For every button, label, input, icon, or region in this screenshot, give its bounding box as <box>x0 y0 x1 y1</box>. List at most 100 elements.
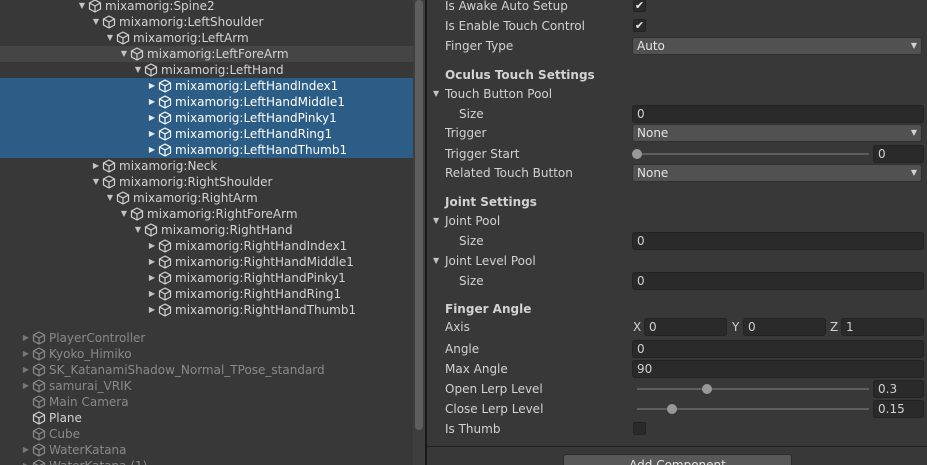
joint-level-pool-row[interactable]: ▼ Joint Level Pool <box>427 251 927 271</box>
open-lerp-level-slider-track[interactable] <box>637 388 869 390</box>
hierarchy-item[interactable]: Plane <box>0 410 413 426</box>
touch-button-pool-size-field[interactable]: 0 <box>632 105 924 123</box>
hierarchy-item[interactable]: ▶ SK_KatanamiShadow_Normal_TPose_standard <box>0 362 413 378</box>
foldout-collapsed-icon[interactable]: ▶ <box>91 158 101 174</box>
hierarchy-item[interactable]: ▼ mixamorig:RightForeArm <box>0 206 413 222</box>
hierarchy-item-label: mixamorig:RightArm <box>133 191 258 205</box>
trigger-start-slider-track[interactable] <box>637 153 869 155</box>
foldout-expanded-icon[interactable]: ▼ <box>133 62 143 78</box>
hierarchy-item-label: mixamorig:RightHand <box>161 223 293 237</box>
foldout-expanded-icon[interactable]: ▼ <box>133 222 143 238</box>
open-lerp-level-field[interactable]: 0.3 <box>873 380 924 398</box>
is-enable-touch-control-checkbox[interactable]: ✔ <box>633 19 646 32</box>
angle-field[interactable]: 0 <box>632 340 924 358</box>
hierarchy-item-label: mixamorig:LeftForeArm <box>147 47 289 61</box>
touch-button-pool-label[interactable]: Touch Button Pool <box>445 84 552 104</box>
foldout-collapsed-icon[interactable]: ▶ <box>147 94 157 110</box>
axis-z-label[interactable]: Z <box>830 317 838 337</box>
is-thumb-checkbox[interactable] <box>633 422 646 435</box>
foldout-collapsed-icon[interactable]: ▶ <box>147 126 157 142</box>
axis-x-label[interactable]: X <box>633 317 641 337</box>
foldout-collapsed-icon[interactable]: ▶ <box>147 302 157 318</box>
foldout-expanded-icon[interactable]: ▼ <box>119 46 129 62</box>
trigger-dropdown[interactable]: None ▼ <box>632 124 922 142</box>
foldout-expanded-icon[interactable]: ▼ <box>119 206 129 222</box>
gameobject-cube-icon <box>102 175 116 189</box>
foldout-collapsed-icon[interactable]: ▶ <box>21 442 31 458</box>
foldout-collapsed-icon[interactable]: ▶ <box>21 346 31 362</box>
hierarchy-item[interactable]: ▼ mixamorig:LeftArm <box>0 30 413 46</box>
hierarchy-item[interactable]: ▶ Kyoko_Himiko <box>0 346 413 362</box>
scrollbar-thumb[interactable] <box>415 0 423 430</box>
foldout-expanded-icon[interactable]: ▼ <box>433 84 439 104</box>
hierarchy-item[interactable]: ▶ mixamorig:Neck <box>0 158 413 174</box>
foldout-collapsed-icon[interactable]: ▶ <box>21 378 31 394</box>
foldout-collapsed-icon[interactable]: ▶ <box>147 238 157 254</box>
foldout-expanded-icon[interactable]: ▼ <box>105 30 115 46</box>
axis-z-field[interactable]: 1 <box>841 318 924 336</box>
close-lerp-level-slider-knob[interactable] <box>666 404 677 414</box>
foldout-collapsed-icon[interactable]: ▶ <box>147 142 157 158</box>
hierarchy-item[interactable]: Main Camera <box>0 394 413 410</box>
close-lerp-level-field[interactable]: 0.15 <box>873 400 924 418</box>
foldout-collapsed-icon[interactable]: ▶ <box>147 254 157 270</box>
joint-level-pool-size-field[interactable]: 0 <box>632 272 924 290</box>
hierarchy-item[interactable]: ▶ mixamorig:LeftHandPinky1 <box>0 110 413 126</box>
max-angle-field[interactable]: 90 <box>632 360 924 378</box>
foldout-collapsed-icon[interactable]: ▶ <box>21 330 31 346</box>
axis-x-field[interactable]: 0 <box>644 318 727 336</box>
hierarchy-item[interactable]: ▼ mixamorig:LeftShoulder <box>0 14 413 30</box>
joint-pool-size-field[interactable]: 0 <box>632 232 924 250</box>
hierarchy-item[interactable]: Cube <box>0 426 413 442</box>
foldout-collapsed-icon[interactable]: ▶ <box>147 78 157 94</box>
hierarchy-item[interactable]: ▼ mixamorig:RightArm <box>0 190 413 206</box>
is-awake-auto-setup-checkbox[interactable]: ✔ <box>633 0 646 12</box>
foldout-expanded-icon[interactable]: ▼ <box>91 174 101 190</box>
hierarchy-item[interactable]: ▶ mixamorig:LeftHandMiddle1 <box>0 94 413 110</box>
trigger-start-slider-knob[interactable] <box>632 149 642 159</box>
hierarchy-item[interactable]: ▼ mixamorig:RightHand <box>0 222 413 238</box>
foldout-collapsed-icon[interactable]: ▶ <box>147 270 157 286</box>
foldout-expanded-icon[interactable]: ▼ <box>433 251 439 271</box>
hierarchy-item[interactable]: ▶ mixamorig:LeftHandRing1 <box>0 126 413 142</box>
trigger-start-field[interactable]: 0 <box>873 145 924 163</box>
foldout-expanded-icon[interactable]: ▼ <box>105 190 115 206</box>
hierarchy-item[interactable]: ▼ mixamorig:RightShoulder <box>0 174 413 190</box>
hierarchy-item-label: Main Camera <box>49 395 129 409</box>
hierarchy-item[interactable]: ▶ WaterKatana (1) <box>0 458 413 465</box>
hierarchy-item[interactable]: ▼ mixamorig:LeftHand <box>0 62 413 78</box>
chevron-down-icon: ▼ <box>910 168 917 177</box>
hierarchy-item[interactable]: ▶ mixamorig:RightHandMiddle1 <box>0 254 413 270</box>
open-lerp-level-slider-knob[interactable] <box>701 384 712 394</box>
hierarchy-item[interactable]: ▶ mixamorig:RightHandThumb1 <box>0 302 413 318</box>
axis-y-field[interactable]: 0 <box>743 318 826 336</box>
open-lerp-level-label: Open Lerp Level <box>445 382 543 396</box>
hierarchy-item-label: WaterKatana (1) <box>49 458 147 465</box>
hierarchy-item[interactable]: ▶ mixamorig:RightHandIndex1 <box>0 238 413 254</box>
hierarchy-item[interactable]: ▶ mixamorig:LeftHandThumb1 <box>0 142 413 158</box>
hierarchy-scrollbar[interactable] <box>413 0 425 465</box>
axis-y-label[interactable]: Y <box>732 317 739 337</box>
hierarchy-item[interactable]: ▼ mixamorig:Spine2 <box>0 0 413 14</box>
joint-level-pool-label[interactable]: Joint Level Pool <box>445 251 536 271</box>
foldout-expanded-icon[interactable]: ▼ <box>91 14 101 30</box>
foldout-expanded-icon[interactable]: ▼ <box>433 211 439 231</box>
add-component-button[interactable]: Add Component <box>563 454 792 465</box>
joint-pool-row[interactable]: ▼ Joint Pool <box>427 211 927 231</box>
foldout-collapsed-icon[interactable]: ▶ <box>21 362 31 378</box>
hierarchy-item[interactable]: ▶ mixamorig:RightHandRing1 <box>0 286 413 302</box>
finger-type-dropdown[interactable]: Auto ▼ <box>632 37 922 55</box>
hierarchy-item[interactable]: ▶ mixamorig:RightHandPinky1 <box>0 270 413 286</box>
hierarchy-item[interactable]: ▶ PlayerController <box>0 330 413 346</box>
touch-button-pool-row[interactable]: ▼ Touch Button Pool <box>427 84 927 104</box>
foldout-collapsed-icon[interactable]: ▶ <box>147 110 157 126</box>
foldout-collapsed-icon[interactable]: ▶ <box>21 458 31 465</box>
joint-pool-label[interactable]: Joint Pool <box>445 211 500 231</box>
hierarchy-item[interactable]: ▶ samurai_VRIK <box>0 378 413 394</box>
foldout-expanded-icon[interactable]: ▼ <box>77 0 87 14</box>
foldout-collapsed-icon[interactable]: ▶ <box>147 286 157 302</box>
hierarchy-item[interactable]: ▶ mixamorig:LeftHandIndex1 <box>0 78 413 94</box>
hierarchy-item[interactable]: ▶ WaterKatana <box>0 442 413 458</box>
related-touch-button-dropdown[interactable]: None ▼ <box>632 164 922 182</box>
hierarchy-item[interactable]: ▼ mixamorig:LeftForeArm <box>0 46 413 62</box>
